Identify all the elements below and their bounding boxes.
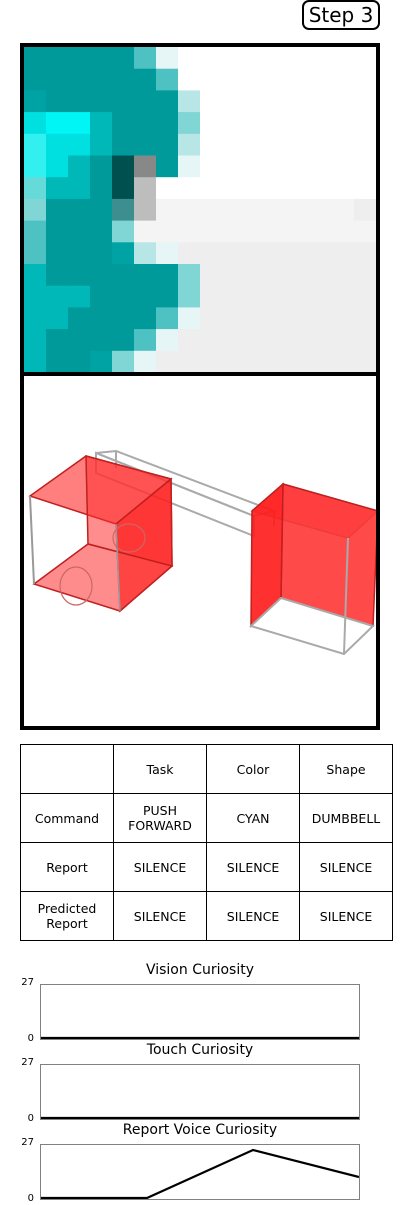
cell-shape: DUMBBELL [299,793,393,843]
cell-task: SILENCE [113,891,207,941]
row-label: Report [20,842,114,892]
cell-color: SILENCE [206,891,300,941]
scene-view [20,372,380,730]
scene-svg [28,449,376,656]
row-label: Predicted Report [20,891,114,941]
y-tick-max: 27 [21,1057,34,1068]
chart-title-report-voice: Report Voice Curiosity [122,1122,278,1138]
chart-title-vision: Vision Curiosity [145,962,255,978]
table-row-predicted-report: Predicted Report SILENCE SILENCE SILENCE [20,891,393,941]
chart-vision-curiosity [40,984,360,1040]
chart-title-touch: Touch Curiosity [146,1042,254,1058]
column-header-color: Color [206,744,300,794]
step-badge: Step 3 [302,0,380,30]
cell-task: SILENCE [113,842,207,892]
series-line [41,1148,360,1200]
chart-touch-curiosity [40,1064,360,1120]
chart-report-voice-curiosity [40,1144,360,1200]
y-tick-max: 27 [21,977,34,988]
vision-pixel-grid [24,47,376,372]
table-row-report: Report SILENCE SILENCE SILENCE [20,842,393,892]
cell-shape: SILENCE [299,891,393,941]
table-corner-cell [20,744,114,794]
y-tick-max: 27 [21,1137,34,1148]
cell-color: SILENCE [206,842,300,892]
column-header-shape: Shape [299,744,393,794]
cell-shape: SILENCE [299,842,393,892]
cell-task: PUSH FORWARD [113,793,207,843]
cell-color: CYAN [206,793,300,843]
column-header-task: Task [113,744,207,794]
left-cube [28,455,174,613]
row-label: Command [20,793,114,843]
y-tick-min: 0 [27,1193,34,1204]
right-cube [249,482,376,656]
table-row-command: Command PUSH FORWARD CYAN DUMBBELL [20,793,393,843]
vision-camera-view [20,43,380,376]
command-report-table: Task Color Shape Command PUSH FORWARD CY… [20,744,393,941]
table-header-row: Task Color Shape [20,744,393,794]
